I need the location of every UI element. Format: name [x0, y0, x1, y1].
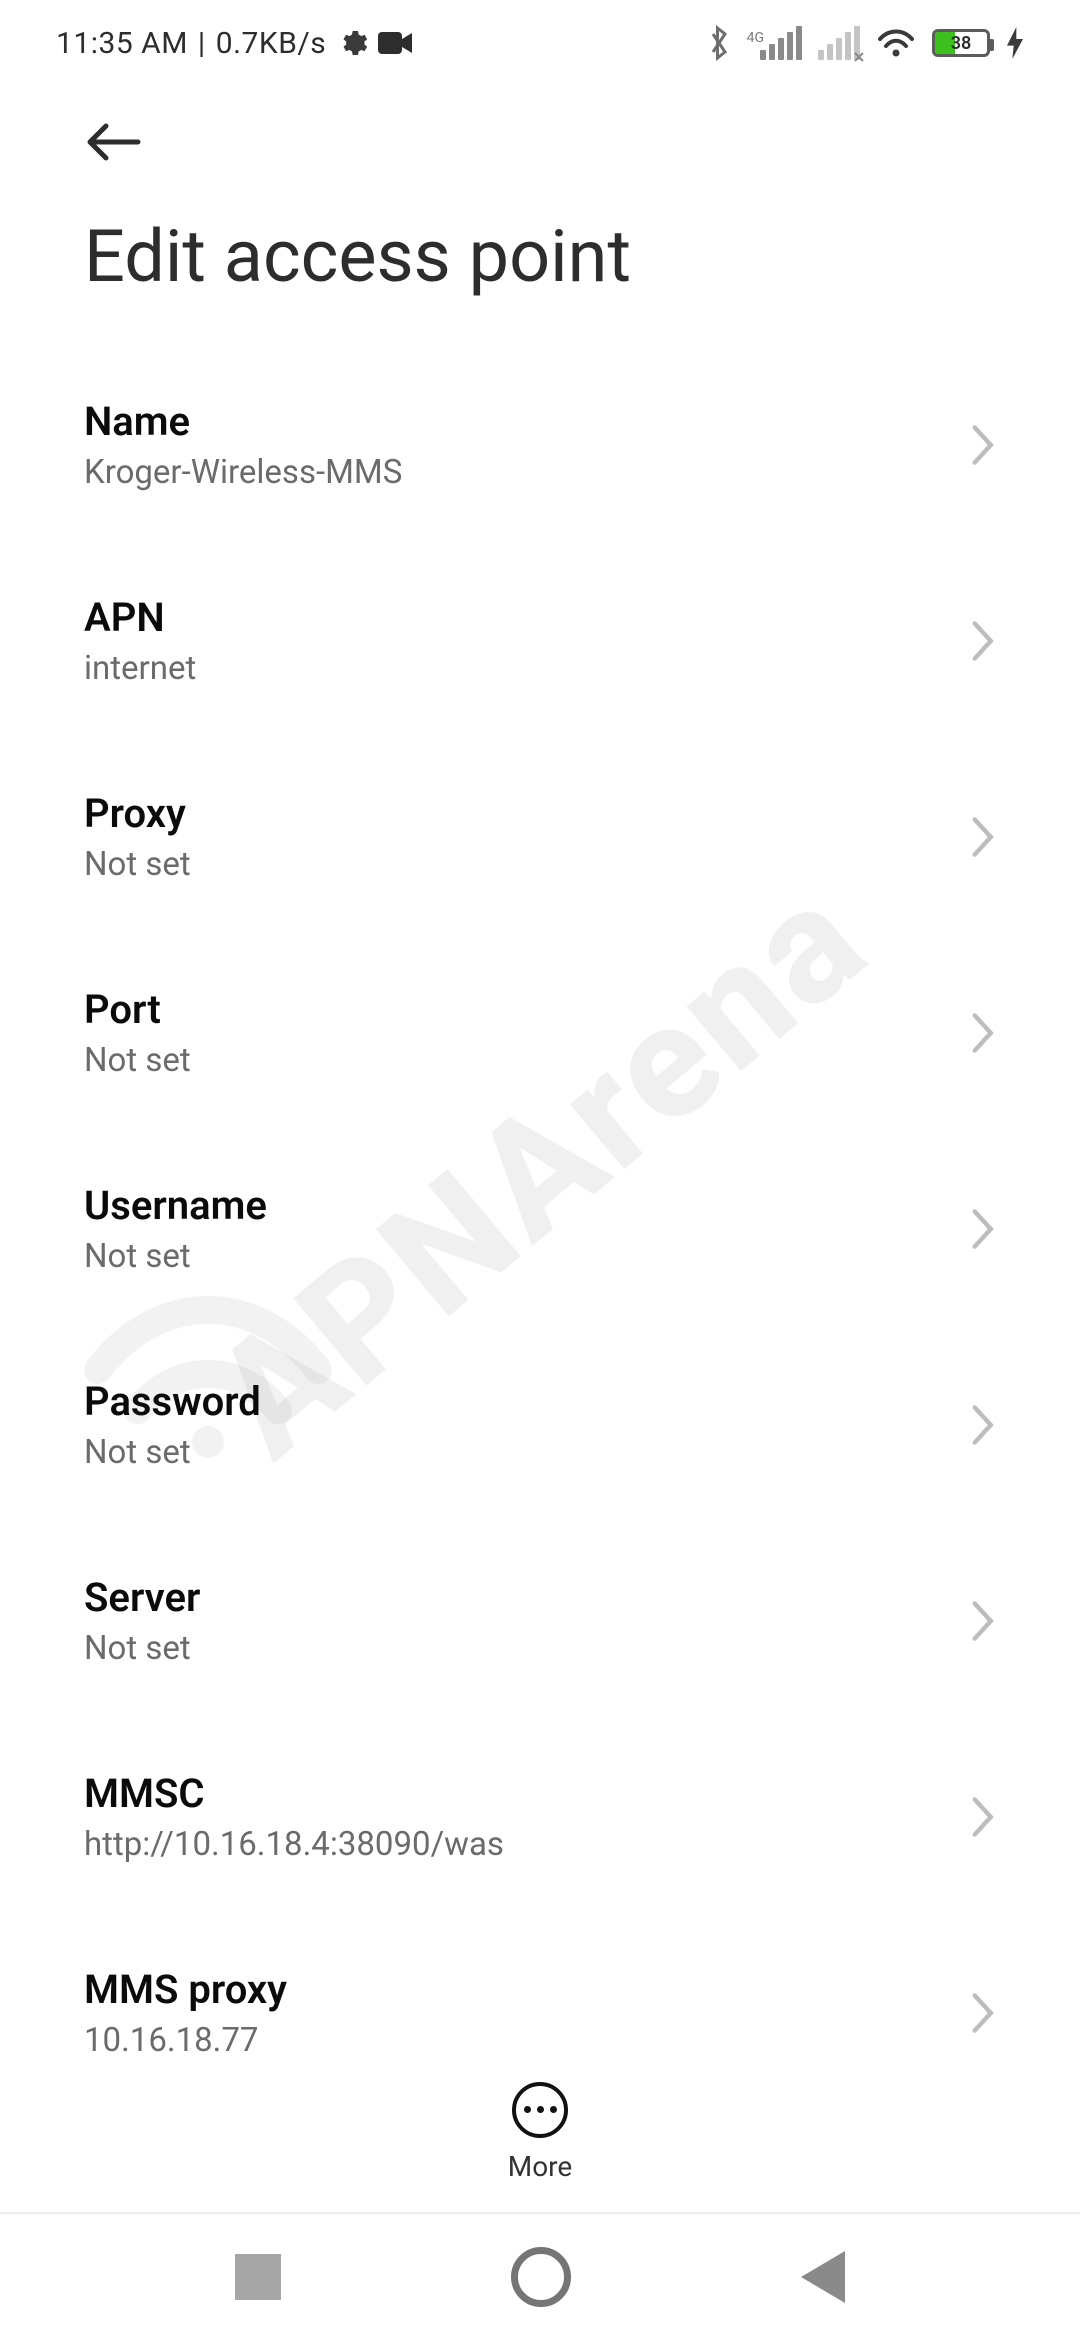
chevron-right-icon — [952, 1199, 1012, 1259]
row-password[interactable]: Password Not set — [84, 1327, 1050, 1523]
nav-home-button[interactable] — [511, 2247, 571, 2307]
row-value: http://10.16.18.4:38090/was — [84, 1825, 504, 1864]
status-left: 11:35 AM | 0.7KB/s — [56, 26, 414, 61]
status-separator: | — [198, 26, 206, 61]
signal-bars-icon — [760, 26, 802, 60]
row-value: internet — [84, 649, 196, 688]
page-title: Edit access point — [0, 198, 1080, 347]
app-bar — [0, 86, 1080, 198]
row-label: MMS proxy — [84, 1966, 287, 2013]
chevron-right-icon — [952, 1003, 1012, 1063]
more-label: More — [508, 2150, 573, 2183]
signal-primary: 4G — [747, 26, 802, 60]
chevron-right-icon — [952, 1787, 1012, 1847]
row-value: Not set — [84, 1433, 261, 1472]
row-username[interactable]: Username Not set — [84, 1131, 1050, 1327]
chevron-right-icon — [952, 1983, 1012, 2043]
row-value: Not set — [84, 1041, 191, 1080]
nav-recents-button[interactable] — [235, 2254, 281, 2300]
wifi-icon — [876, 27, 916, 59]
camera-icon — [378, 29, 414, 57]
row-name[interactable]: Name Kroger-Wireless-MMS — [84, 347, 1050, 543]
row-label: Proxy — [84, 790, 191, 837]
row-port[interactable]: Port Not set — [84, 935, 1050, 1131]
network-badge: 4G — [747, 30, 764, 46]
row-mmsc[interactable]: MMSC http://10.16.18.4:38090/was — [84, 1719, 1050, 1915]
row-value: Kroger-Wireless-MMS — [84, 453, 402, 492]
row-proxy[interactable]: Proxy Not set — [84, 739, 1050, 935]
chevron-right-icon — [952, 1591, 1012, 1651]
arrow-left-icon — [82, 118, 146, 166]
battery-pct: 38 — [935, 33, 987, 54]
chevron-right-icon — [952, 415, 1012, 475]
row-label: Name — [84, 398, 402, 445]
chevron-right-icon — [952, 611, 1012, 671]
bluetooth-icon — [707, 25, 731, 61]
row-value: Not set — [84, 1237, 267, 1276]
nav-back-button[interactable] — [801, 2251, 845, 2303]
more-icon — [524, 2106, 557, 2113]
row-apn[interactable]: APN internet — [84, 543, 1050, 739]
chevron-right-icon — [952, 1395, 1012, 1455]
charging-icon — [1006, 27, 1024, 59]
status-bar: 11:35 AM | 0.7KB/s 4G 38 — [0, 0, 1080, 86]
chevron-right-icon — [952, 807, 1012, 867]
row-server[interactable]: Server Not set — [84, 1523, 1050, 1719]
row-value: Not set — [84, 1629, 200, 1668]
row-label: APN — [84, 594, 196, 641]
row-label: Port — [84, 986, 191, 1033]
gear-icon — [336, 27, 368, 59]
status-net-rate: 0.7KB/s — [216, 26, 327, 61]
row-label: Server — [84, 1574, 200, 1621]
row-label: Password — [84, 1378, 261, 1425]
signal-secondary-icon — [818, 26, 860, 60]
row-value: Not set — [84, 845, 191, 884]
battery-indicator: 38 — [932, 29, 990, 57]
status-time: 11:35 AM — [56, 26, 188, 61]
quick-action-bar: More — [0, 2052, 1080, 2212]
row-label: MMSC — [84, 1770, 504, 1817]
more-button[interactable] — [512, 2082, 568, 2138]
status-right: 4G 38 — [707, 25, 1024, 61]
back-button[interactable] — [76, 104, 152, 180]
system-nav-bar — [0, 2212, 1080, 2340]
settings-list: Name Kroger-Wireless-MMS APN internet Pr… — [0, 347, 1080, 2111]
row-label: Username — [84, 1182, 267, 1229]
